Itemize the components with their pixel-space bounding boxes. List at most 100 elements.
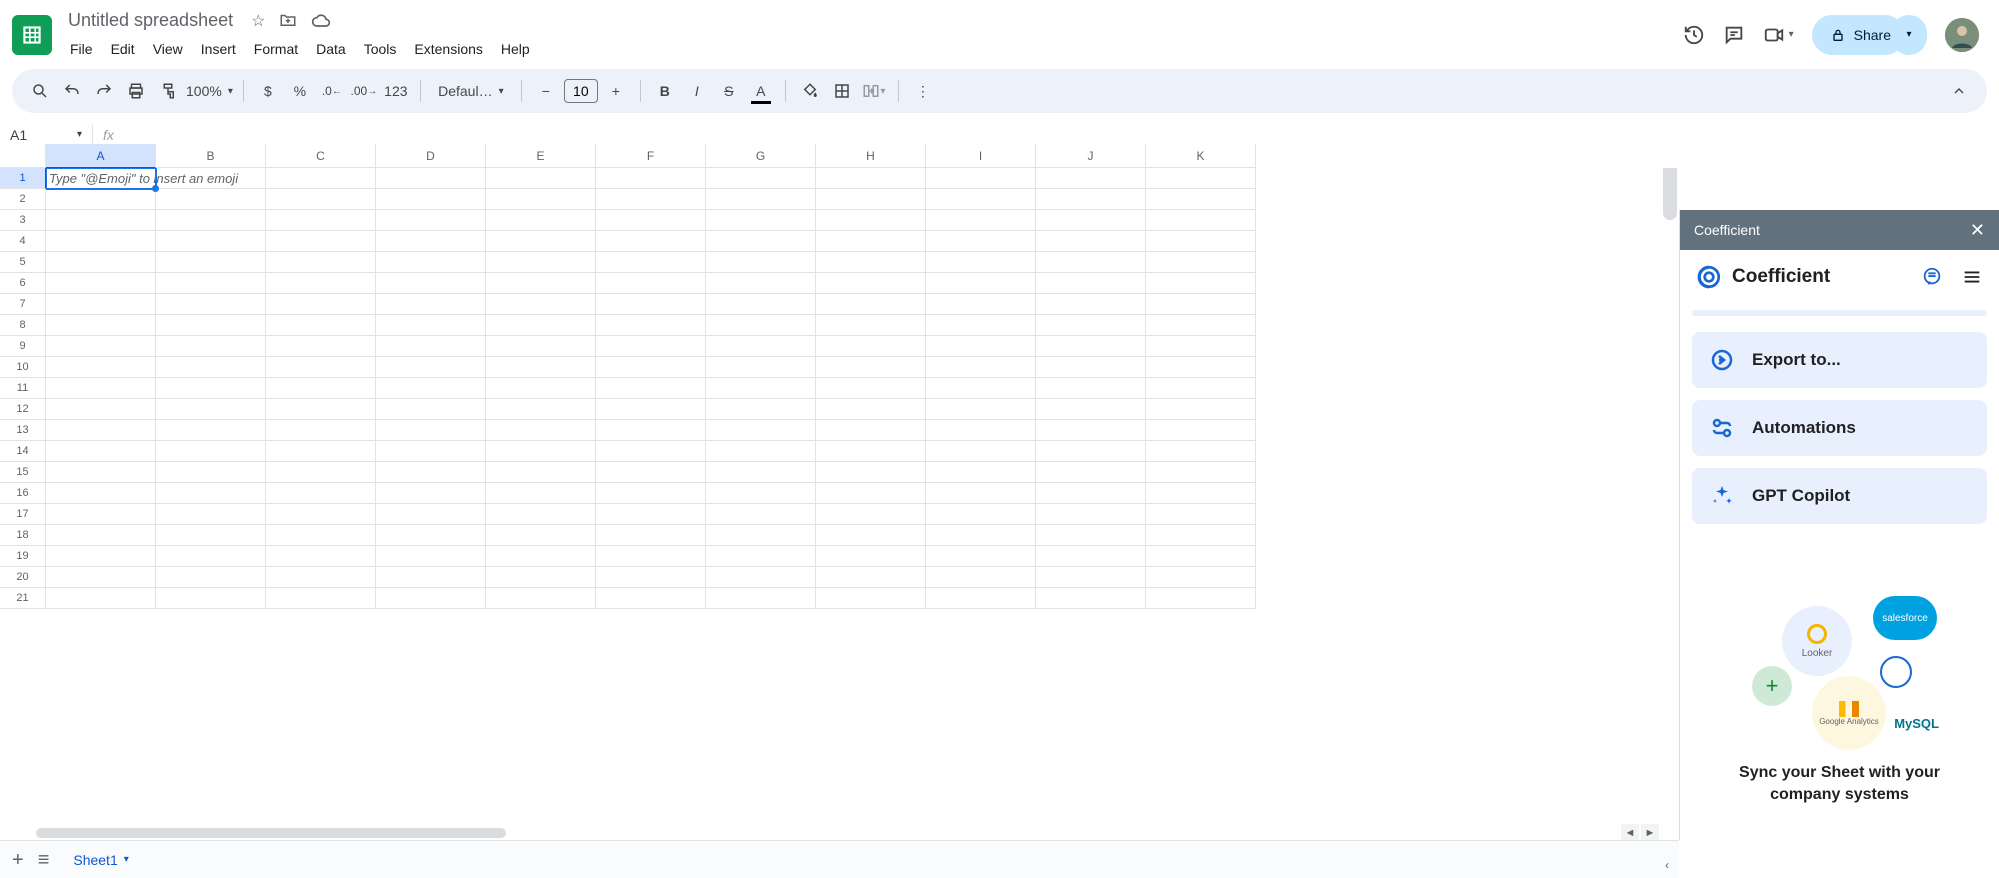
all-sheets-icon[interactable]: ≡ xyxy=(38,850,50,870)
strikethrough-icon[interactable]: S xyxy=(715,77,743,105)
cell[interactable] xyxy=(1036,399,1146,420)
cell[interactable] xyxy=(486,462,596,483)
cell[interactable] xyxy=(596,189,706,210)
cell[interactable] xyxy=(1036,273,1146,294)
cell[interactable] xyxy=(706,294,816,315)
cell[interactable] xyxy=(266,273,376,294)
cell[interactable] xyxy=(706,231,816,252)
document-title[interactable]: Untitled spreadsheet xyxy=(62,8,239,33)
cell[interactable] xyxy=(486,273,596,294)
cell[interactable] xyxy=(266,504,376,525)
row-header[interactable]: 18 xyxy=(0,525,46,546)
cell[interactable] xyxy=(926,231,1036,252)
row-header[interactable]: 3 xyxy=(0,210,46,231)
column-header[interactable]: J xyxy=(1036,144,1146,168)
font-selector[interactable]: Defaul…▾ xyxy=(431,77,511,105)
cell[interactable]: Type "@Emoji" to insert an emoji xyxy=(46,168,156,189)
increase-decimal-icon[interactable]: .00→ xyxy=(350,77,378,105)
row-header[interactable]: 6 xyxy=(0,273,46,294)
cell[interactable] xyxy=(926,336,1036,357)
cell[interactable] xyxy=(596,315,706,336)
cell[interactable] xyxy=(706,168,816,189)
cell[interactable] xyxy=(156,252,266,273)
cell[interactable] xyxy=(156,189,266,210)
cell[interactable] xyxy=(926,420,1036,441)
cell[interactable] xyxy=(926,294,1036,315)
cell[interactable] xyxy=(486,567,596,588)
close-icon[interactable]: ✕ xyxy=(1970,220,1985,241)
column-header[interactable]: A xyxy=(46,144,156,168)
cell[interactable] xyxy=(706,336,816,357)
cell[interactable] xyxy=(46,525,156,546)
cell[interactable] xyxy=(816,336,926,357)
row-header[interactable]: 16 xyxy=(0,483,46,504)
cell[interactable] xyxy=(1036,441,1146,462)
cell[interactable] xyxy=(1146,588,1256,609)
text-color-icon[interactable]: A xyxy=(747,77,775,105)
currency-icon[interactable]: $ xyxy=(254,77,282,105)
cell[interactable] xyxy=(706,378,816,399)
cell[interactable] xyxy=(46,567,156,588)
cell[interactable] xyxy=(156,441,266,462)
cell[interactable] xyxy=(486,252,596,273)
redo-icon[interactable] xyxy=(90,77,118,105)
percent-icon[interactable]: % xyxy=(286,77,314,105)
cell[interactable] xyxy=(596,378,706,399)
cell[interactable] xyxy=(486,189,596,210)
cell[interactable] xyxy=(156,357,266,378)
column-header[interactable]: K xyxy=(1146,144,1256,168)
cell[interactable] xyxy=(486,588,596,609)
cell[interactable] xyxy=(596,420,706,441)
cell[interactable] xyxy=(1036,336,1146,357)
borders-icon[interactable] xyxy=(828,77,856,105)
cell[interactable] xyxy=(1146,252,1256,273)
cell[interactable] xyxy=(46,420,156,441)
cell[interactable] xyxy=(156,231,266,252)
cell[interactable] xyxy=(376,546,486,567)
cell[interactable] xyxy=(376,462,486,483)
star-icon[interactable]: ☆ xyxy=(251,11,265,31)
menu-edit[interactable]: Edit xyxy=(103,37,143,61)
cell[interactable] xyxy=(486,210,596,231)
sheet-tab-1[interactable]: Sheet1▾ xyxy=(63,846,138,874)
cell[interactable] xyxy=(1036,294,1146,315)
cell[interactable] xyxy=(926,315,1036,336)
cell[interactable] xyxy=(46,483,156,504)
cell[interactable] xyxy=(1146,441,1256,462)
cell[interactable] xyxy=(596,273,706,294)
cell[interactable] xyxy=(596,504,706,525)
cell[interactable] xyxy=(156,588,266,609)
more-toolbar-icon[interactable]: ⋮ xyxy=(909,77,937,105)
cell[interactable] xyxy=(1146,420,1256,441)
cell[interactable] xyxy=(596,357,706,378)
cell[interactable] xyxy=(1146,546,1256,567)
cell[interactable] xyxy=(596,546,706,567)
column-header[interactable]: C xyxy=(266,144,376,168)
cell[interactable] xyxy=(376,294,486,315)
more-formats-icon[interactable]: 123 xyxy=(382,77,410,105)
cell[interactable] xyxy=(376,231,486,252)
cell[interactable] xyxy=(266,525,376,546)
cell[interactable] xyxy=(1036,357,1146,378)
cell[interactable] xyxy=(1036,588,1146,609)
meet-icon[interactable]: ▾ xyxy=(1763,24,1794,46)
cell[interactable] xyxy=(156,294,266,315)
row-header[interactable]: 20 xyxy=(0,567,46,588)
cell[interactable] xyxy=(706,210,816,231)
cell[interactable] xyxy=(376,168,486,189)
cell[interactable] xyxy=(1036,525,1146,546)
cell[interactable] xyxy=(926,252,1036,273)
cell[interactable] xyxy=(266,189,376,210)
cell[interactable] xyxy=(156,462,266,483)
cell[interactable] xyxy=(486,336,596,357)
cell[interactable] xyxy=(46,315,156,336)
cell[interactable] xyxy=(706,273,816,294)
search-menus-icon[interactable] xyxy=(26,77,54,105)
cell[interactable] xyxy=(816,588,926,609)
column-header[interactable]: B xyxy=(156,144,266,168)
row-header[interactable]: 12 xyxy=(0,399,46,420)
sheets-app-icon[interactable] xyxy=(12,15,52,55)
cell[interactable] xyxy=(816,420,926,441)
cell[interactable] xyxy=(266,483,376,504)
cell[interactable] xyxy=(816,252,926,273)
